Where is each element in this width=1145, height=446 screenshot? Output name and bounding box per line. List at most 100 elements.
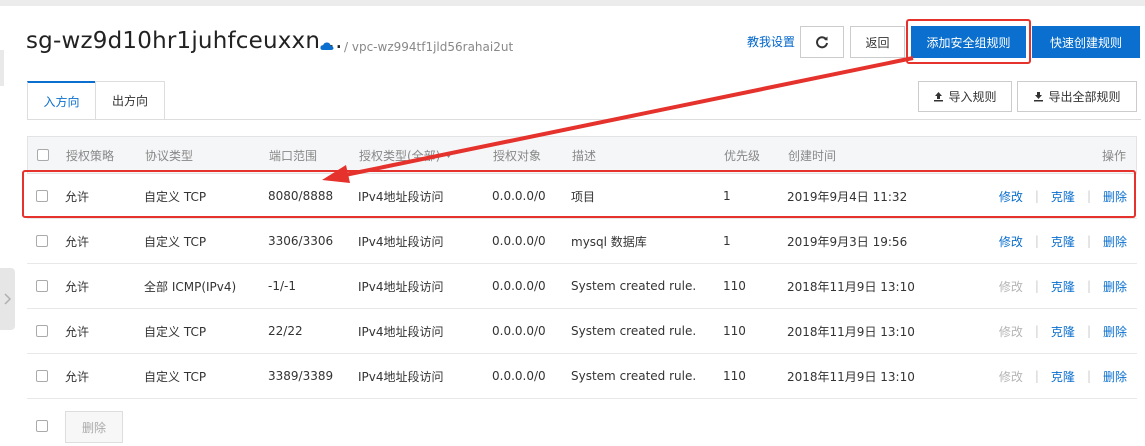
- chevron-right-icon: [3, 293, 11, 305]
- row-actions: 修改 | 克隆 | 删除: [999, 219, 1127, 263]
- tab-inbound[interactable]: 入方向: [27, 81, 96, 120]
- quick-create-rule-button[interactable]: 快速创建规则: [1032, 26, 1140, 58]
- cell-description: System created rule.: [571, 369, 697, 383]
- cell-policy: 允许: [65, 324, 90, 339]
- help-setup-link[interactable]: 教我设置: [747, 33, 795, 50]
- table-footer: 删除: [27, 399, 1137, 443]
- col-actions: 操作: [1101, 148, 1126, 163]
- row-actions: 修改 | 克隆 | 删除: [999, 354, 1127, 398]
- col-protocol: 协议类型: [145, 148, 194, 163]
- delete-link[interactable]: 删除: [1103, 278, 1127, 295]
- cell-port-range: 3306/3306: [268, 234, 334, 248]
- cell-auth-type: IPv4地址段访问: [358, 279, 444, 294]
- cell-auth-object: 0.0.0.0/0: [492, 324, 546, 338]
- clone-link[interactable]: 克隆: [1051, 233, 1075, 250]
- action-separator: |: [1034, 279, 1039, 293]
- import-rules-button[interactable]: 导入规则: [918, 81, 1012, 112]
- cell-priority: 110: [723, 369, 746, 383]
- row-checkbox[interactable]: [36, 325, 48, 337]
- action-separator: |: [1086, 369, 1091, 383]
- delete-link[interactable]: 删除: [1103, 323, 1127, 340]
- bulk-delete-button[interactable]: 删除: [65, 411, 123, 443]
- cell-protocol: 全部 ICMP(IPv4): [144, 279, 237, 294]
- vpc-id: / vpc-wz994tf1jld56rahai2ut: [344, 40, 514, 54]
- cell-priority: 1: [723, 234, 731, 248]
- cell-port-range: 22/22: [268, 324, 303, 338]
- cell-created-time: 2018年11月9日 13:10: [787, 324, 915, 339]
- clone-link[interactable]: 克隆: [1051, 323, 1075, 340]
- tab-divider: [27, 119, 1141, 120]
- clone-link[interactable]: 克隆: [1051, 278, 1075, 295]
- page-title: sg-wz9d10hr1juhfceuxxn...: [26, 28, 343, 54]
- action-separator: |: [1034, 324, 1039, 338]
- annotation-highlight-row: [22, 170, 1136, 218]
- left-marker: [0, 50, 4, 86]
- cell-auth-object: 0.0.0.0/0: [492, 369, 546, 383]
- table-row: 允许 自定义 TCP 3306/3306 IPv4地址段访问 0.0.0.0/0 mysq…: [27, 219, 1137, 264]
- annotation-highlight-add-button: [906, 19, 1031, 64]
- footer-select-all-checkbox[interactable]: [36, 420, 48, 432]
- delete-link[interactable]: 删除: [1103, 368, 1127, 385]
- cell-policy: 允许: [65, 234, 90, 249]
- back-button[interactable]: 返回: [850, 26, 905, 58]
- caret-down-icon: [445, 152, 453, 158]
- col-auth-type: 授权类型(全部): [359, 148, 441, 163]
- row-checkbox[interactable]: [36, 280, 48, 292]
- export-all-rules-button[interactable]: 导出全部规则: [1017, 81, 1137, 112]
- refresh-button[interactable]: [800, 26, 844, 58]
- cell-protocol: 自定义 TCP: [144, 234, 207, 249]
- table-row: 允许 全部 ICMP(IPv4) -1/-1 IPv4地址段访问 0.0.0.0/0 Sy…: [27, 264, 1137, 309]
- action-separator: |: [1086, 279, 1091, 293]
- modify-link[interactable]: 修改: [999, 233, 1023, 250]
- col-created-time: 创建时间: [788, 148, 837, 163]
- action-separator: |: [1034, 369, 1039, 383]
- cell-auth-type: IPv4地址段访问: [358, 324, 444, 339]
- select-all-checkbox[interactable]: [37, 149, 49, 161]
- import-rules-label: 导入规则: [948, 90, 997, 104]
- col-auth-object: 授权对象: [493, 148, 542, 163]
- cell-description: System created rule.: [571, 324, 697, 338]
- col-port-range: 端口范围: [269, 148, 318, 163]
- delete-link[interactable]: 删除: [1103, 233, 1127, 250]
- tab-outbound[interactable]: 出方向: [95, 81, 165, 120]
- cell-auth-object: 0.0.0.0/0: [492, 279, 546, 293]
- action-separator: |: [1086, 324, 1091, 338]
- row-actions: 修改 | 克隆 | 删除: [999, 309, 1127, 353]
- row-actions: 修改 | 克隆 | 删除: [999, 264, 1127, 308]
- modify-link[interactable]: 修改: [999, 323, 1023, 340]
- row-checkbox[interactable]: [36, 370, 48, 382]
- upload-icon: [934, 92, 944, 102]
- sidebar-collapse-handle[interactable]: [0, 268, 15, 330]
- direction-tabs: 入方向 出方向: [27, 81, 165, 120]
- action-separator: |: [1034, 234, 1039, 248]
- refresh-icon: [816, 36, 828, 49]
- cell-created-time: 2018年11月9日 13:10: [787, 279, 915, 294]
- action-separator: |: [1086, 234, 1091, 248]
- cell-description: mysql 数据库: [571, 234, 647, 249]
- top-border: [0, 0, 1145, 6]
- download-icon: [1034, 92, 1044, 102]
- row-checkbox[interactable]: [36, 235, 48, 247]
- table-row: 允许 自定义 TCP 22/22 IPv4地址段访问 0.0.0.0/0 System c…: [27, 309, 1137, 354]
- cell-created-time: 2018年11月9日 13:10: [787, 369, 915, 384]
- cell-auth-type: IPv4地址段访问: [358, 369, 444, 384]
- cell-description: System created rule.: [571, 279, 697, 293]
- col-description: 描述: [572, 148, 597, 163]
- cell-priority: 110: [723, 324, 746, 338]
- table-header: 授权策略 协议类型 端口范围 授权类型(全部) 授权对象 描述 优先级 创建时间…: [27, 136, 1137, 174]
- modify-link[interactable]: 修改: [999, 278, 1023, 295]
- cell-created-time: 2019年9月3日 19:56: [787, 234, 908, 249]
- cell-policy: 允许: [65, 279, 90, 294]
- cell-policy: 允许: [65, 369, 90, 384]
- cell-port-range: 3389/3389: [268, 369, 334, 383]
- table-row: 允许 自定义 TCP 3389/3389 IPv4地址段访问 0.0.0.0/0 Syst…: [27, 354, 1137, 399]
- col-policy: 授权策略: [66, 148, 115, 163]
- col-priority: 优先级: [724, 148, 761, 163]
- modify-link[interactable]: 修改: [999, 368, 1023, 385]
- cell-protocol: 自定义 TCP: [144, 369, 207, 384]
- clone-link[interactable]: 克隆: [1051, 368, 1075, 385]
- cell-port-range: -1/-1: [268, 279, 296, 293]
- col-auth-type-filter[interactable]: 授权类型(全部): [359, 137, 453, 173]
- cloud-icon: [320, 42, 334, 50]
- export-all-rules-label: 导出全部规则: [1048, 90, 1121, 104]
